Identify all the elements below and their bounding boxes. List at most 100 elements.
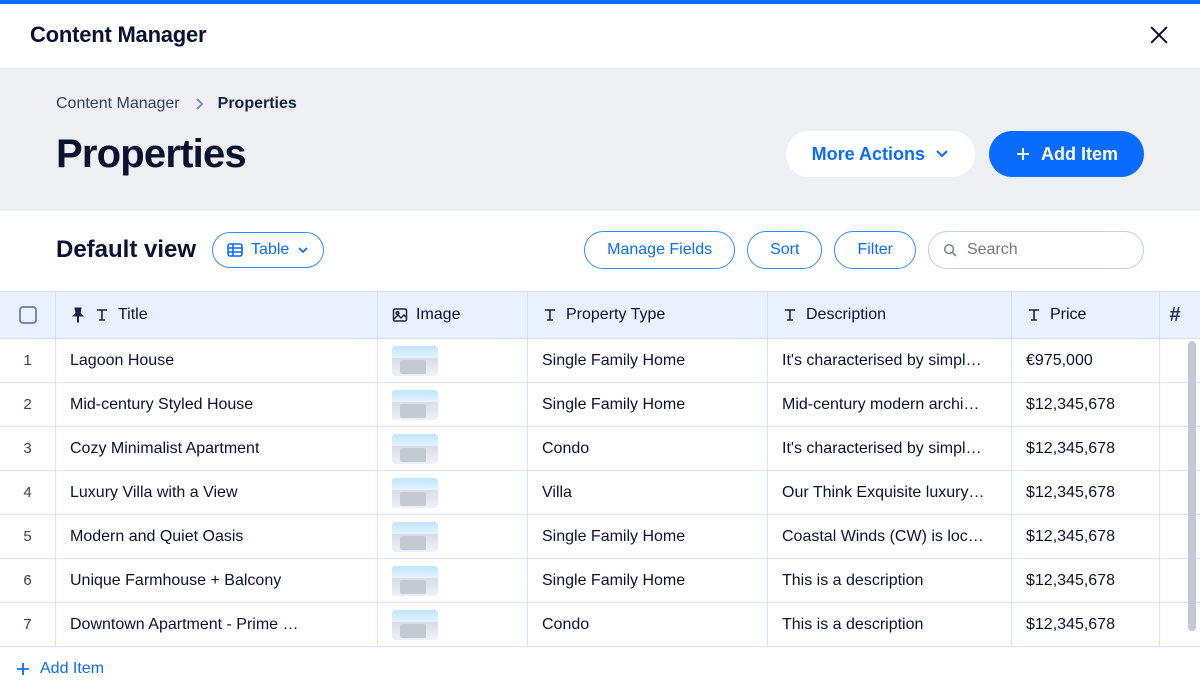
col-desc[interactable]: Description — [768, 292, 1012, 338]
plus-icon — [1015, 146, 1031, 162]
search-icon — [943, 242, 957, 258]
table-row[interactable]: 4Luxury Villa with a ViewVillaOur Think … — [0, 471, 1200, 515]
cell-extra — [1160, 471, 1190, 514]
add-item-label: Add Item — [1041, 144, 1118, 165]
scrollbar[interactable] — [1188, 341, 1196, 631]
table-row[interactable]: 2Mid-century Styled HouseSingle Family H… — [0, 383, 1200, 427]
cell-title: Modern and Quiet Oasis — [56, 515, 378, 558]
cell-price: $12,345,678 — [1012, 471, 1160, 514]
cell-type: Single Family Home — [528, 383, 768, 426]
image-thumbnail — [392, 566, 438, 596]
page-title: Properties — [56, 132, 246, 177]
pin-icon — [70, 307, 86, 323]
cell-description: This is a description — [768, 603, 1012, 646]
col-type[interactable]: Property Type — [528, 292, 768, 338]
table-header: Title Image Property Type Description Pr… — [0, 291, 1200, 339]
image-thumbnail — [392, 390, 438, 420]
cell-image[interactable] — [378, 339, 528, 382]
image-icon — [392, 307, 408, 323]
plus-icon — [16, 662, 30, 676]
cell-price: $12,345,678 — [1012, 383, 1160, 426]
cell-type: Single Family Home — [528, 339, 768, 382]
breadcrumb: Content Manager Properties — [56, 95, 1144, 113]
page-head: Content Manager Properties Properties Mo… — [0, 69, 1200, 211]
row-number: 6 — [0, 559, 56, 602]
search-field[interactable] — [928, 231, 1144, 269]
cell-type: Condo — [528, 427, 768, 470]
view-selector[interactable]: Table — [212, 232, 324, 268]
text-icon — [782, 307, 798, 323]
sort-button[interactable]: Sort — [747, 231, 822, 269]
cell-extra — [1160, 603, 1190, 646]
col-price[interactable]: Price — [1012, 292, 1160, 338]
app-title: Content Manager — [30, 22, 206, 48]
cell-extra — [1160, 427, 1190, 470]
col-image-label: Image — [416, 306, 460, 324]
view-selector-label: Table — [251, 241, 289, 259]
cell-price: $12,345,678 — [1012, 603, 1160, 646]
col-image[interactable]: Image — [378, 292, 528, 338]
cell-price: €975,000 — [1012, 339, 1160, 382]
toolbar: Default view Table Manage Fields Sort Fi… — [0, 211, 1200, 291]
col-title-label: Title — [118, 306, 148, 324]
more-actions-button[interactable]: More Actions — [786, 131, 975, 177]
cell-description: It's characterised by simpl… — [768, 427, 1012, 470]
table-row[interactable]: 3Cozy Minimalist Apartment CondoIt's char… — [0, 427, 1200, 471]
breadcrumb-current: Properties — [218, 95, 297, 113]
cell-type: Condo — [528, 603, 768, 646]
table-row[interactable]: 1Lagoon HouseSingle Family HomeIt's char… — [0, 339, 1200, 383]
row-number: 7 — [0, 603, 56, 646]
select-all-checkbox[interactable] — [19, 306, 37, 324]
cell-description: Our Think Exquisite luxury… — [768, 471, 1012, 514]
cell-title: Unique Farmhouse + Balcony — [56, 559, 378, 602]
cell-extra — [1160, 559, 1190, 602]
image-thumbnail — [392, 434, 438, 464]
add-item-button[interactable]: Add Item — [989, 131, 1144, 177]
cell-price: $12,345,678 — [1012, 515, 1160, 558]
cell-image[interactable] — [378, 515, 528, 558]
cell-image[interactable] — [378, 603, 528, 646]
cell-image[interactable] — [378, 559, 528, 602]
close-icon[interactable] — [1148, 24, 1170, 46]
view-name: Default view — [56, 236, 196, 264]
col-desc-label: Description — [806, 306, 886, 324]
cell-description: Mid-century modern archi… — [768, 383, 1012, 426]
cell-price: $12,345,678 — [1012, 559, 1160, 602]
col-title[interactable]: Title — [56, 292, 378, 338]
table-row[interactable]: 7Downtown Apartment - Prime …CondoThis i… — [0, 603, 1200, 647]
titlebar: Content Manager — [0, 4, 1200, 69]
hash-icon: # — [1169, 304, 1180, 327]
col-price-label: Price — [1050, 306, 1086, 324]
add-item-row[interactable]: Add Item — [0, 647, 1200, 680]
cell-image[interactable] — [378, 427, 528, 470]
col-extra[interactable]: # — [1160, 292, 1190, 338]
text-icon — [94, 307, 110, 323]
chevron-right-icon — [194, 97, 204, 111]
manage-fields-button[interactable]: Manage Fields — [584, 231, 735, 269]
cell-description: It's characterised by simpl… — [768, 339, 1012, 382]
table-icon — [227, 243, 243, 257]
table-row[interactable]: 6Unique Farmhouse + Balcony Single Family… — [0, 559, 1200, 603]
row-number: 2 — [0, 383, 56, 426]
row-number: 4 — [0, 471, 56, 514]
row-number: 3 — [0, 427, 56, 470]
row-number: 5 — [0, 515, 56, 558]
text-icon — [542, 307, 558, 323]
search-input[interactable] — [967, 241, 1129, 259]
cell-image[interactable] — [378, 471, 528, 514]
more-actions-label: More Actions — [812, 144, 925, 165]
cell-image[interactable] — [378, 383, 528, 426]
cell-title: Cozy Minimalist Apartment — [56, 427, 378, 470]
breadcrumb-root[interactable]: Content Manager — [56, 95, 180, 113]
col-type-label: Property Type — [566, 306, 665, 324]
cell-extra — [1160, 515, 1190, 558]
cell-title: Luxury Villa with a View — [56, 471, 378, 514]
table-row[interactable]: 5Modern and Quiet OasisSingle Family Hom… — [0, 515, 1200, 559]
cell-type: Single Family Home — [528, 559, 768, 602]
filter-button[interactable]: Filter — [834, 231, 916, 269]
row-number: 1 — [0, 339, 56, 382]
cell-price: $12,345,678 — [1012, 427, 1160, 470]
cell-extra — [1160, 383, 1190, 426]
chevron-down-icon — [297, 246, 309, 255]
chevron-down-icon — [935, 149, 949, 159]
